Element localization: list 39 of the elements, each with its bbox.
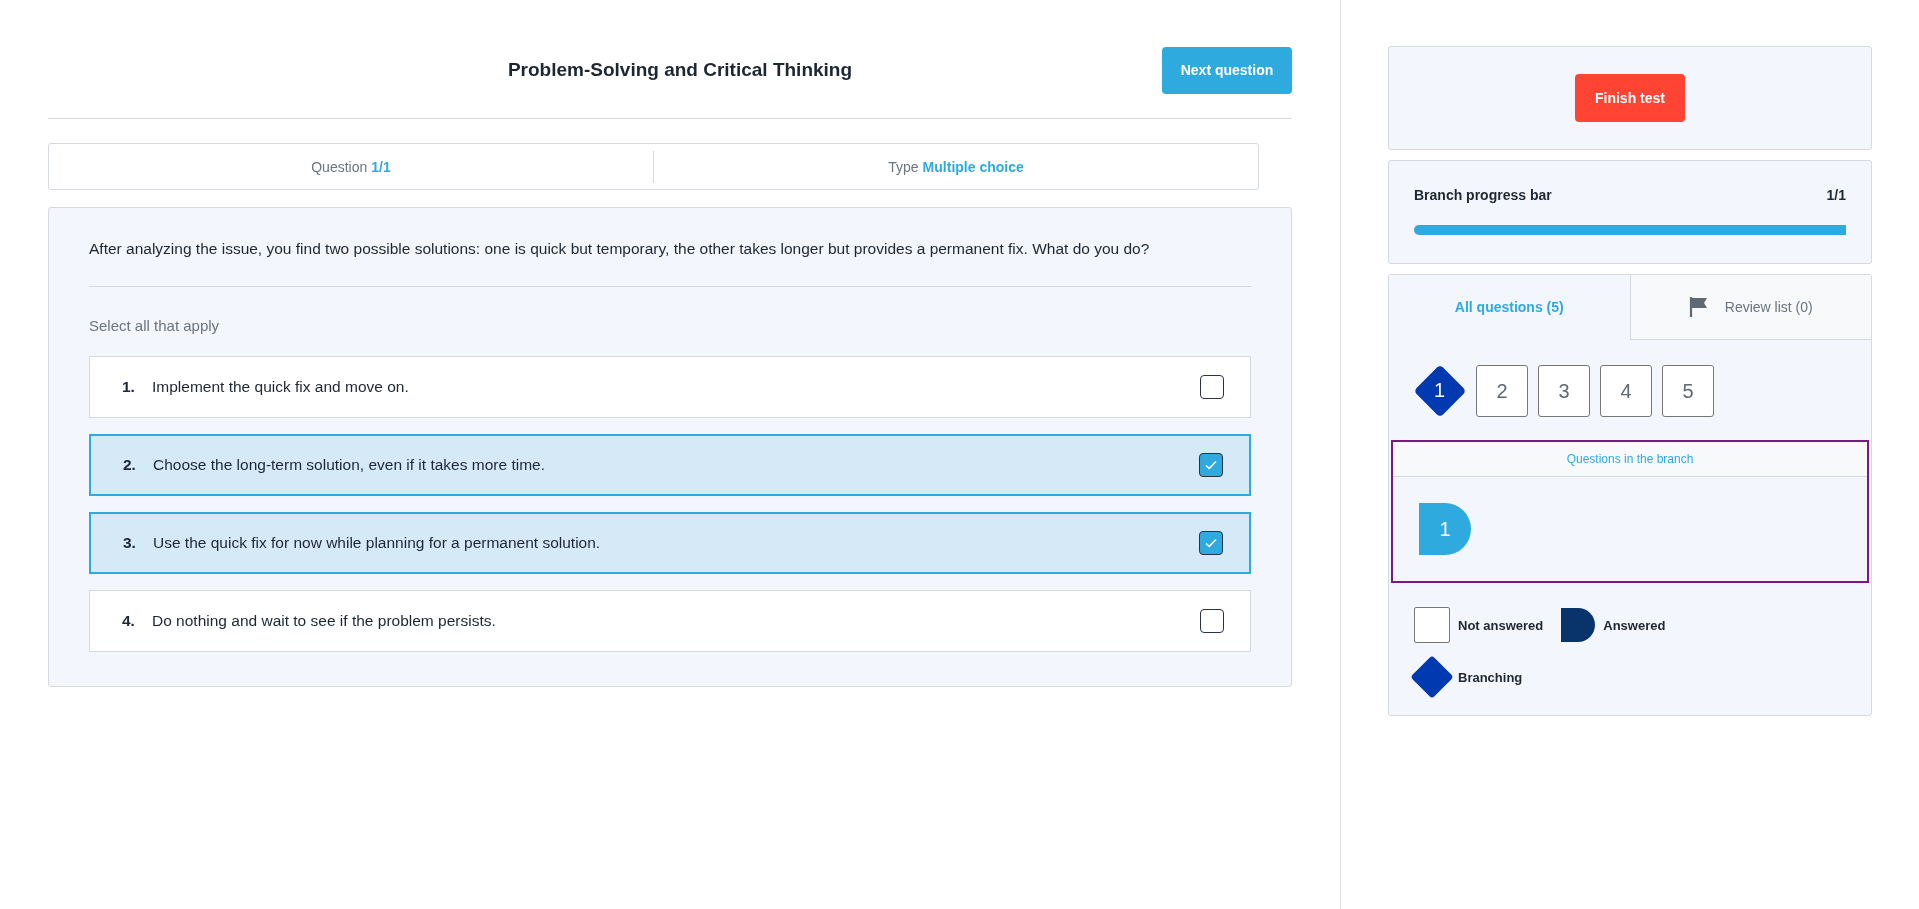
question-tile[interactable]: 5 (1662, 365, 1714, 417)
checkbox[interactable] (1200, 375, 1224, 399)
question-label: Question (311, 158, 368, 175)
answer-option[interactable]: 1. Implement the quick fix and move on. (89, 356, 1251, 418)
flag-icon (1688, 296, 1709, 318)
question-tile[interactable]: 1 (1413, 364, 1467, 418)
answer-option[interactable]: 4. Do nothing and wait to see if the problem persists. (89, 590, 1251, 652)
legend-label: Not answered (1458, 617, 1544, 633)
checkbox[interactable] (1199, 531, 1223, 555)
option-number: 2. (123, 456, 137, 474)
finish-test-button[interactable]: Finish test (1575, 74, 1685, 122)
option-text: Do nothing and wait to see if the problem persists. (152, 612, 497, 630)
option-text: Use the quick fix for now while planning for a permanent solution. (153, 534, 602, 552)
answer-option[interactable]: 3. Use the quick fix for now while planning for a permanent solution. (89, 512, 1251, 574)
page-title: Problem-Solving and Critical Thinking (506, 59, 854, 81)
option-text: Implement the quick fix and move on. (152, 378, 410, 396)
legend-label: Branching (1458, 669, 1523, 685)
option-number: 4. (122, 612, 136, 630)
legend-swatch (1561, 608, 1596, 642)
legend-label: Answered (1603, 617, 1666, 633)
checkbox[interactable] (1199, 453, 1223, 477)
question-number: 1/1 (371, 158, 391, 175)
option-number: 1. (122, 378, 136, 396)
question-tile[interactable]: 2 (1476, 365, 1528, 417)
option-text: Choose the long-term solution, even if it takes more time. (153, 456, 546, 474)
tab[interactable]: Review list (0) (1629, 275, 1871, 340)
progress-count: 1/1 (1826, 187, 1846, 203)
instruction-text: Select all that apply (89, 317, 221, 334)
type-label: Type (888, 158, 919, 175)
branch-title: Questions in the branch (1393, 442, 1867, 477)
checkbox[interactable] (1200, 609, 1224, 633)
answer-option[interactable]: 2. Choose the long-term solution, even if it takes more time. (89, 434, 1251, 496)
progress-label: Branch progress bar (1414, 187, 1552, 203)
question-text: After analyzing the issue, you find two possible solutions: one is quick but temporary, the other takes longer but provides a permanent fix. What do you do? (89, 238, 1251, 287)
question-type: Multiple choice (922, 158, 1024, 175)
legend-swatch (1414, 607, 1450, 643)
question-tile[interactable]: 4 (1600, 365, 1652, 417)
option-number: 3. (123, 534, 137, 552)
question-tile[interactable]: 3 (1538, 365, 1590, 417)
